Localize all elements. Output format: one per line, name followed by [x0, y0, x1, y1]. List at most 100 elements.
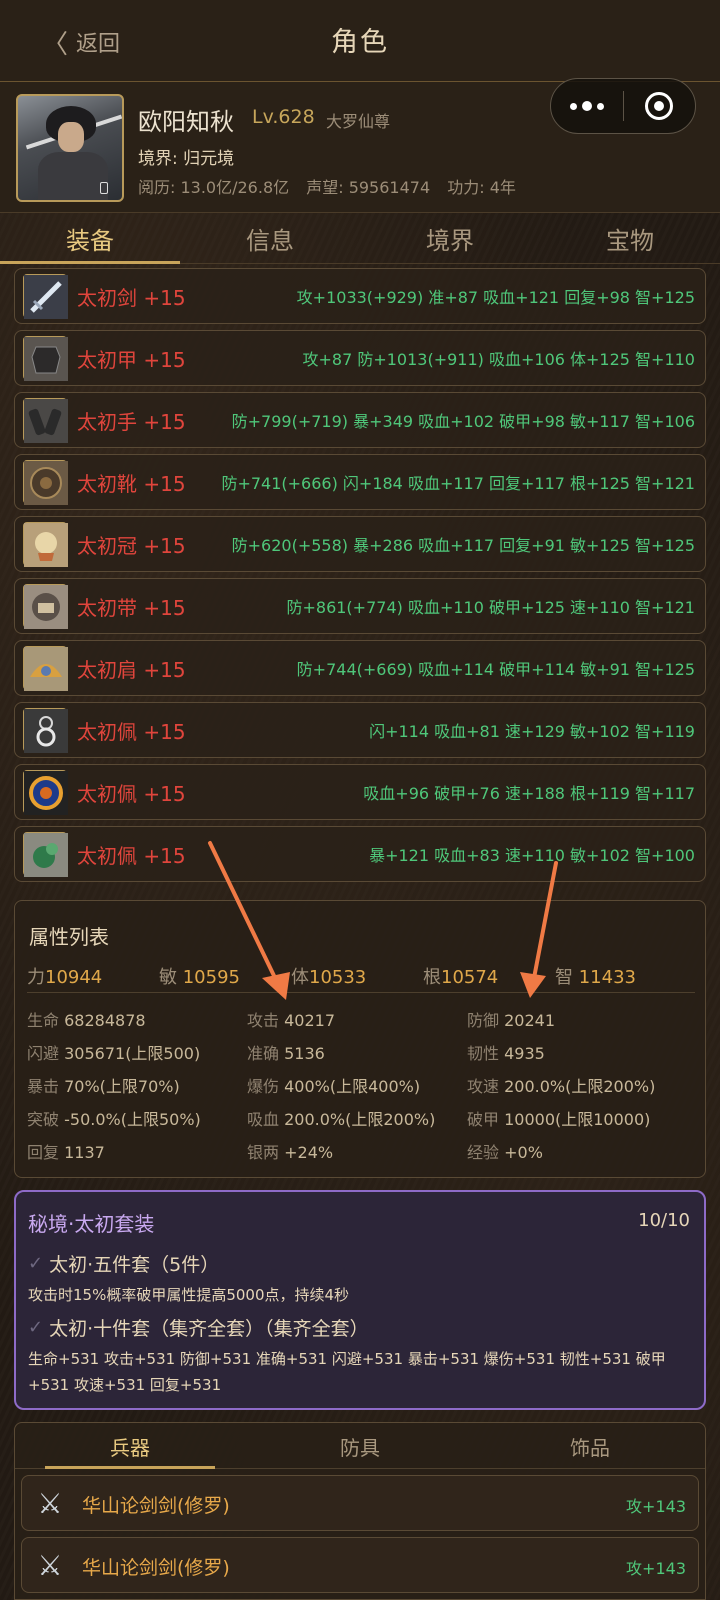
main-tabs: 装备 信息 境界 宝物: [0, 212, 720, 264]
prestige-text: 声望: 59561474: [306, 178, 431, 197]
belt-icon: [23, 584, 68, 629]
set-ten-desc: 生命+531 攻击+531 防御+531 准确+531 闪避+531 暴击+53…: [28, 1350, 666, 1394]
set-ten-piece: ✓ 太初·十件套（集齐全套）（集齐全套）: [28, 1314, 369, 1341]
attr-attack-speed: 攻速 200.0%(上限200%): [467, 1077, 656, 1096]
crossed-swords-icon: ⚔: [37, 1487, 63, 1520]
more-dot-icon: [581, 101, 592, 111]
equipment-name: 太初肩 +15: [77, 658, 186, 682]
weapon-row[interactable]: ⚔ 华山论剑剑(修罗) 攻+143: [21, 1475, 699, 1531]
primary-attributes: 力10944 敏 10595 体10533 根10574 智 11433: [27, 963, 695, 993]
attr-crit-damage: 爆伤 400%(上限400%): [247, 1077, 421, 1096]
weapon-name: 华山论剑剑(修罗): [82, 1557, 230, 1579]
set-count: 10/10: [638, 1210, 690, 1231]
page-title: 角色: [331, 27, 389, 58]
attr-toughness: 韧性 4935: [467, 1044, 545, 1063]
attr-regen: 回复 1137: [27, 1143, 105, 1162]
equipment-name: 太初佩 +15: [77, 844, 186, 868]
weapon-stat: 攻+143: [626, 1497, 686, 1516]
equipment-name: 太初甲 +15: [77, 348, 186, 372]
equipment-row[interactable]: 太初手 +15 防+799(+719) 暴+349 吸血+102 破甲+98 敏…: [14, 392, 706, 448]
nav-bar: 〈 返回 角色: [0, 0, 720, 82]
equipment-stats: 防+744(+669) 吸血+114 破甲+114 敏+91 智+125: [296, 660, 695, 679]
close-miniprogram-button[interactable]: [624, 92, 696, 120]
inventory-panel: 兵器 防具 饰品 ⚔ 华山论剑剑(修罗) 攻+143 ⚔ 华山论剑剑(修罗) 攻…: [14, 1422, 706, 1600]
pendant-icon: [23, 708, 68, 753]
attr-silver: 银两 +24%: [247, 1143, 334, 1162]
attr-lifesteal: 吸血 200.0%(上限200%): [247, 1110, 436, 1129]
equipment-name: 太初带 +15: [77, 596, 186, 620]
tab-armor[interactable]: 防具: [245, 1423, 475, 1468]
shoulder-icon: [23, 646, 68, 691]
more-dot-icon: [569, 102, 577, 110]
equipment-row[interactable]: 太初靴 +15 防+741(+666) 闪+184 吸血+117 回复+117 …: [14, 454, 706, 510]
avatar[interactable]: [16, 94, 124, 202]
crown-icon: [23, 522, 68, 567]
tab-equipment[interactable]: 装备: [0, 213, 180, 264]
target-icon: [645, 92, 674, 120]
equipment-stats: 攻+1033(+929) 准+87 吸血+121 回复+98 智+125: [296, 288, 695, 307]
equipment-stats: 暴+121 吸血+83 速+110 敏+102 智+100: [369, 846, 695, 865]
more-dot-icon: [596, 102, 604, 110]
primary-attr-agility: 敏 10595: [159, 967, 240, 988]
attributes-title: 属性列表: [29, 925, 109, 949]
tab-weapons[interactable]: 兵器: [15, 1423, 245, 1469]
orb-icon: [23, 770, 68, 815]
more-menu-button[interactable]: [551, 101, 623, 111]
jade-icon: [23, 832, 68, 877]
primary-attr-constitution: 体10533: [291, 967, 367, 988]
miniprogram-capsule: [550, 78, 696, 134]
attr-defense: 防御 20241: [467, 1011, 556, 1030]
equipment-name: 太初剑 +15: [77, 286, 186, 310]
player-level: Lv.628: [252, 106, 315, 128]
lock-icon: [100, 182, 108, 194]
equipment-name: 太初手 +15: [77, 410, 186, 434]
set-five-piece: ✓ 太初·五件套（5件）: [28, 1250, 219, 1277]
equipment-row[interactable]: 太初甲 +15 攻+87 防+1013(+911) 吸血+106 体+125 智…: [14, 330, 706, 386]
equipment-row[interactable]: 太初佩 +15 吸血+96 破甲+76 速+188 根+119 智+117: [14, 764, 706, 820]
equipment-row[interactable]: 太初冠 +15 防+620(+558) 暴+286 吸血+117 回复+91 敏…: [14, 516, 706, 572]
equipment-row[interactable]: 太初肩 +15 防+744(+669) 吸血+114 破甲+114 敏+91 智…: [14, 640, 706, 696]
player-stats-line: 阅历: 13.0亿/26.8亿 声望: 59561474 功力: 4年: [138, 174, 528, 198]
primary-attr-wisdom: 智 11433: [555, 967, 636, 988]
equipment-name: 太初冠 +15: [77, 534, 186, 558]
equipment-stats: 防+620(+558) 暴+286 吸血+117 回复+91 敏+125 智+1…: [231, 536, 695, 555]
primary-attr-root: 根10574: [423, 967, 499, 988]
tab-info[interactable]: 信息: [180, 213, 360, 263]
attr-crit: 暴击 70%(上限70%): [27, 1077, 180, 1096]
check-icon: ✓: [28, 1253, 44, 1274]
power-text: 功力: 4年: [447, 178, 516, 197]
avatar-body: [38, 152, 108, 200]
attr-armor-break: 破甲 10000(上限10000): [467, 1110, 651, 1129]
set-five-desc: 攻击时15%概率破甲属性提高5000点，持续4秒: [28, 1286, 350, 1304]
equipment-name: 太初佩 +15: [77, 720, 186, 744]
tab-accessories[interactable]: 饰品: [475, 1423, 705, 1468]
attr-dodge: 闪避 305671(上限500): [27, 1044, 201, 1063]
equipment-name: 太初靴 +15: [77, 472, 186, 496]
player-realm: 境界: 归元境: [138, 149, 235, 169]
equipment-row[interactable]: 太初剑 +15 攻+1033(+929) 准+87 吸血+121 回复+98 智…: [14, 268, 706, 324]
equipment-stats: 闪+114 吸血+81 速+129 敏+102 智+119: [369, 722, 695, 741]
equipment-name: 太初佩 +15: [77, 782, 186, 806]
primary-attr-strength: 力10944: [27, 967, 103, 988]
set-five-title: 太初·五件套（5件）: [49, 1254, 220, 1276]
weapon-name: 华山论剑剑(修罗): [82, 1495, 230, 1517]
equipment-stats: 攻+87 防+1013(+911) 吸血+106 体+125 智+110: [302, 350, 695, 369]
attr-attack: 攻击 40217: [247, 1011, 336, 1030]
avatar-face: [58, 122, 84, 152]
equipment-row[interactable]: 太初佩 +15 暴+121 吸血+83 速+110 敏+102 智+100: [14, 826, 706, 882]
weapon-stat: 攻+143: [626, 1559, 686, 1578]
weapon-row[interactable]: ⚔ 华山论剑剑(修罗) 攻+143: [21, 1537, 699, 1593]
armor-icon: [23, 336, 68, 381]
set-title: 秘境·太初套装: [28, 1212, 155, 1236]
tab-realm[interactable]: 境界: [360, 213, 540, 263]
set-ten-title: 太初·十件套（集齐全套）（集齐全套）: [49, 1318, 369, 1340]
equipment-stats: 防+799(+719) 暴+349 吸血+102 破甲+98 敏+117 智+1…: [231, 412, 695, 431]
sword-icon: [23, 274, 68, 319]
tab-treasure[interactable]: 宝物: [540, 213, 720, 263]
equipment-row[interactable]: 太初带 +15 防+861(+774) 吸血+110 破甲+125 速+110 …: [14, 578, 706, 634]
attr-accuracy: 准确 5136: [247, 1044, 325, 1063]
attr-experience: 经验 +0%: [467, 1143, 543, 1162]
equipment-stats: 防+861(+774) 吸血+110 破甲+125 速+110 智+121: [286, 598, 695, 617]
inventory-tabs: 兵器 防具 饰品: [15, 1423, 705, 1469]
equipment-row[interactable]: 太初佩 +15 闪+114 吸血+81 速+129 敏+102 智+119: [14, 702, 706, 758]
